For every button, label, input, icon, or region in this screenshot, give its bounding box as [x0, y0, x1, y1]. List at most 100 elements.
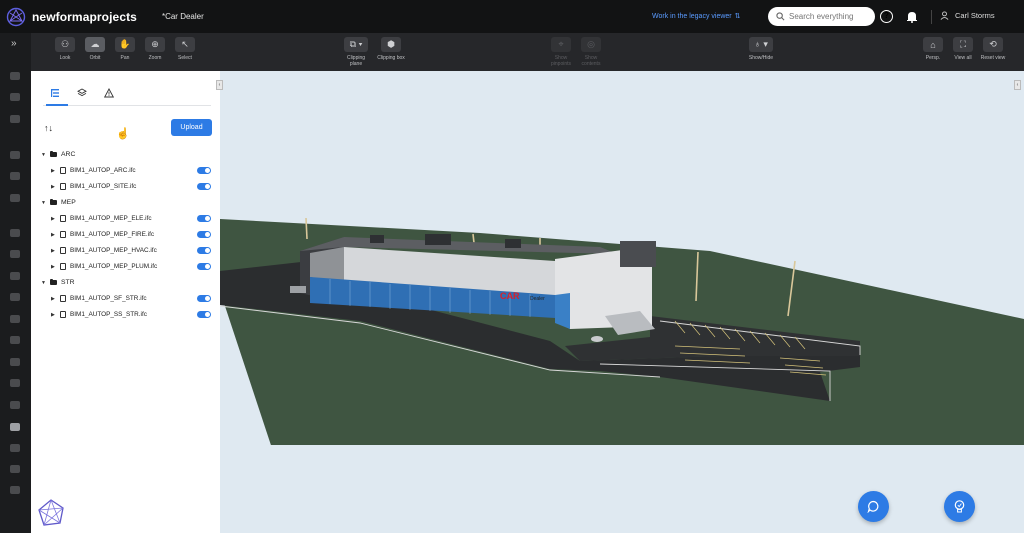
visibility-toggle[interactable] [197, 183, 211, 190]
model-file-item[interactable]: ▶ BIM1_AUTOP_MEP_HVAC.ifc [51, 247, 211, 254]
tab-layers[interactable] [75, 86, 89, 100]
mouse-pointer-icon: ☝ [116, 128, 130, 140]
visibility-toggle[interactable] [197, 311, 211, 318]
show-contents-tool[interactable]: ◎ Show contents [576, 37, 606, 67]
layers-icon [77, 88, 87, 97]
rail-nav-icon[interactable] [10, 72, 20, 80]
search-input[interactable] [789, 12, 874, 21]
caret-right-icon: ▶ [51, 215, 55, 222]
select-tool[interactable]: ↖ Select [170, 37, 200, 61]
tab-model-tree[interactable] [48, 86, 62, 100]
clipping-plane-label: Clipping plane [346, 55, 366, 67]
caret-right-icon: ▶ [51, 263, 55, 270]
view-all-tool[interactable]: ⛶ View all [948, 37, 978, 61]
clipping-plane-icon: ⧉ ▾ [344, 37, 368, 52]
model-file-item[interactable]: ▶ BIM1_AUTOP_MEP_ELE.ifc [51, 215, 211, 222]
pan-tool[interactable]: ✋ Pan [110, 37, 140, 61]
building-model-scene[interactable]: CAR Dealer [220, 71, 1024, 533]
model-file-item[interactable]: ▶ BIM1_AUTOP_SF_STR.ifc [51, 295, 211, 302]
legacy-viewer-link[interactable]: Work in the legacy viewer ⇅ [652, 12, 741, 21]
rail-nav-icon[interactable] [10, 379, 20, 387]
tab-issues[interactable] [102, 86, 116, 100]
orbit-label: Orbit [89, 55, 101, 61]
rail-nav-icon[interactable] [10, 358, 20, 366]
caret-down-icon: ▼ [41, 151, 46, 158]
folder-label: ARC [61, 151, 76, 158]
rail-nav-icon[interactable] [10, 465, 20, 473]
rail-nav-icon[interactable] [10, 486, 20, 494]
sort-icon[interactable]: ↑↓ [44, 123, 53, 133]
folder-arc[interactable]: ▼ ARC [41, 150, 76, 158]
reset-view-icon: ⟲ [983, 37, 1003, 52]
collapse-panel-left-icon[interactable]: ‹ [216, 80, 223, 90]
rail-nav-icon[interactable] [10, 115, 20, 123]
help-icon[interactable]: ? [880, 10, 893, 23]
model-file-item[interactable]: ▶ BIM1_AUTOP_MEP_PLUM.ifc [51, 263, 211, 270]
notifications-bell-icon[interactable] [906, 10, 918, 23]
file-label: BIM1_AUTOP_SITE.ifc [70, 183, 137, 190]
view-all-icon: ⛶ [953, 37, 973, 52]
model-viewport[interactable]: CAR Dealer [220, 71, 1024, 533]
file-label: BIM1_AUTOP_MEP_ELE.ifc [70, 215, 152, 222]
visibility-toggle[interactable] [197, 247, 211, 254]
visibility-toggle[interactable] [197, 167, 211, 174]
rail-nav-icon[interactable] [10, 315, 20, 323]
panel-tabs [43, 86, 211, 106]
rail-nav-icon[interactable] [10, 194, 20, 202]
orbit-tool[interactable]: ☁ Orbit [80, 37, 110, 61]
comment-button[interactable] [858, 491, 889, 522]
zoom-tool[interactable]: ⊕ Zoom [140, 37, 170, 61]
visibility-toggle[interactable] [197, 215, 211, 222]
folder-mep[interactable]: ▼ MEP [41, 198, 76, 206]
collapse-panel-right-icon[interactable]: ‹ [1014, 80, 1021, 90]
rail-nav-icon[interactable] [10, 444, 20, 452]
look-tool[interactable]: ⚇ Look [50, 37, 80, 61]
newforma-logo-icon[interactable] [6, 7, 26, 27]
brand-name[interactable]: newformaprojects [32, 10, 137, 24]
rail-nav-icon[interactable] [10, 272, 20, 280]
upload-button[interactable]: Upload [171, 119, 212, 136]
clipping-plane-tool[interactable]: ⧉ ▾ Clipping plane [341, 37, 371, 67]
rail-nav-icon[interactable] [10, 336, 20, 344]
rail-nav-icon[interactable] [10, 151, 20, 159]
rail-nav-icon[interactable] [10, 172, 20, 180]
rail-nav-icon[interactable] [10, 229, 20, 237]
model-file-item[interactable]: ▶ BIM1_AUTOP_SITE.ifc [51, 183, 211, 190]
rail-nav-icon[interactable] [10, 250, 20, 258]
user-name: Carl Storms [955, 11, 995, 20]
expand-chevron-icon[interactable]: » [11, 38, 17, 49]
project-title: *Car Dealer [161, 12, 204, 21]
file-label: BIM1_AUTOP_SF_STR.ifc [70, 295, 147, 302]
hand-icon: ✋ [115, 37, 135, 52]
clipping-box-tool[interactable]: ⬢ Clipping box [376, 37, 406, 61]
show-pinpoints-tool[interactable]: ⌖ Show pinpoints [546, 37, 576, 67]
search-box[interactable] [768, 7, 875, 26]
visibility-toggle[interactable] [197, 295, 211, 302]
rail-nav-icon[interactable] [10, 293, 20, 301]
rail-nav-icon[interactable] [10, 93, 20, 101]
file-icon [60, 263, 66, 270]
search-icon [776, 12, 785, 21]
zoom-icon: ⊕ [145, 37, 165, 52]
active-tab-indicator [46, 104, 68, 106]
folder-str[interactable]: ▼ STR [41, 278, 75, 286]
header-divider [931, 10, 932, 24]
caret-right-icon: ▶ [51, 183, 55, 190]
zoom-label: Zoom [148, 55, 162, 61]
show-contents-label: Show contents [581, 55, 601, 67]
perspective-tool[interactable]: ⌂ Persp. [918, 37, 948, 61]
user-menu[interactable]: Carl Storms [940, 11, 995, 20]
show-hide-tool[interactable]: ♁ ▾ Show/Hide [746, 37, 776, 61]
assistant-button[interactable] [944, 491, 975, 522]
model-file-item[interactable]: ▶ BIM1_AUTOP_MEP_FIRE.ifc [51, 231, 211, 238]
pin-icon: ⌖ [551, 37, 571, 52]
rail-nav-icon[interactable] [10, 401, 20, 409]
parked-car [591, 336, 603, 342]
visibility-toggle[interactable] [197, 231, 211, 238]
reset-view-tool[interactable]: ⟲ Reset view [978, 37, 1008, 61]
tree-list-icon [51, 89, 59, 97]
rail-model-viewer-icon[interactable] [10, 423, 20, 431]
model-file-item[interactable]: ▶ BIM1_AUTOP_ARC.ifc [51, 167, 211, 174]
model-file-item[interactable]: ▶ BIM1_AUTOP_SS_STR.ifc [51, 311, 211, 318]
visibility-toggle[interactable] [197, 263, 211, 270]
